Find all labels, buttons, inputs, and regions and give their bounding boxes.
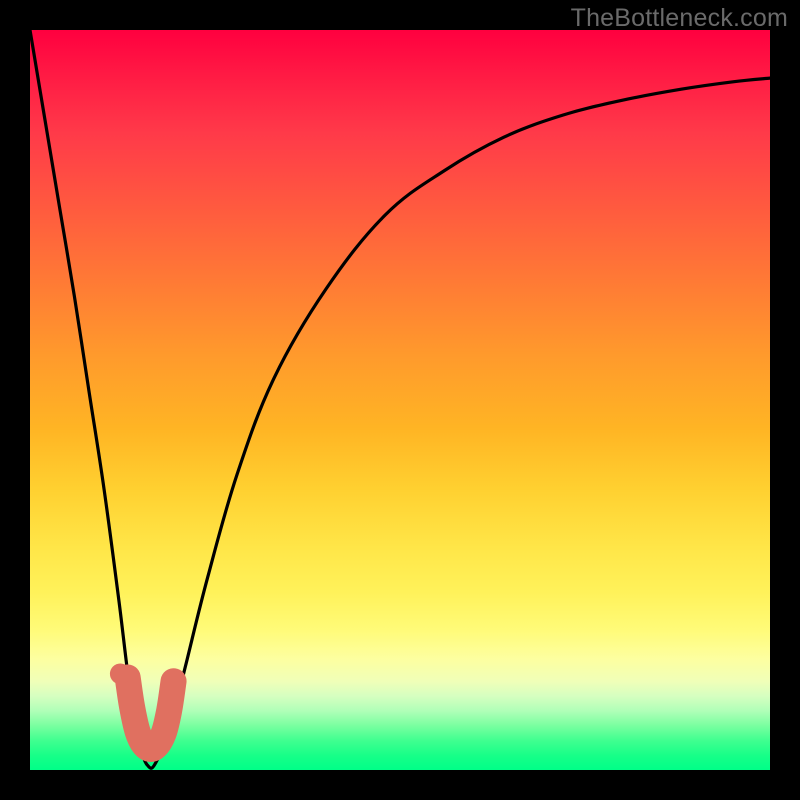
watermark-text: TheBottleneck.com (571, 4, 788, 33)
plot-area (30, 30, 770, 770)
dot-marker (110, 663, 131, 684)
chart-frame: TheBottleneck.com (0, 0, 800, 800)
dip-marker (128, 678, 174, 749)
bottleneck-curve (30, 30, 770, 768)
curve-layer (30, 30, 770, 770)
